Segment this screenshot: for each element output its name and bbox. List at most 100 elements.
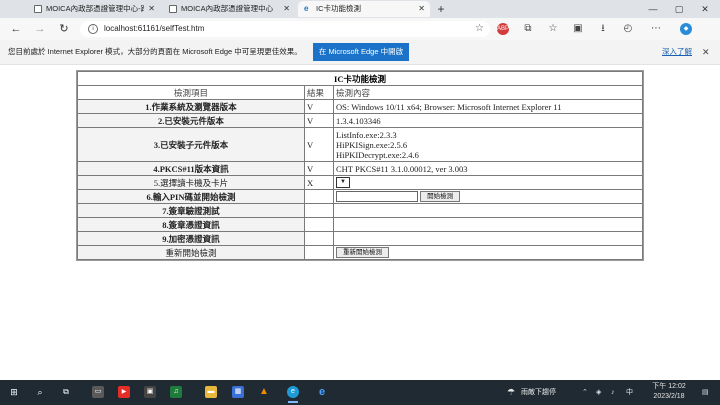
tab-ic-card-test[interactable]: e IC卡功能檢測 ✕ — [298, 1, 430, 17]
table-row: 6.輸入PIN碼並開始檢測 開始檢測 — [78, 190, 642, 203]
site-info-icon[interactable]: i — [88, 24, 98, 34]
row-result: V — [305, 162, 333, 175]
close-infobar-icon[interactable]: ✕ — [702, 40, 710, 64]
downloads-icon[interactable]: ⭳ — [597, 23, 609, 35]
maximize-button[interactable]: ▢ — [668, 0, 690, 18]
row-content: ▼ — [334, 176, 642, 189]
row-content: 開始檢測 — [334, 190, 642, 203]
row-result — [305, 232, 333, 245]
back-arrow-icon[interactable]: ← — [8, 21, 24, 37]
table-row: 重新開始檢測 重新開始檢測 — [78, 246, 642, 259]
clock-date: 2023/2/18 — [653, 393, 685, 400]
refresh-icon[interactable]: ↻ — [56, 21, 72, 37]
new-tab-button[interactable]: + — [433, 1, 449, 17]
favorite-star-icon[interactable]: ☆ — [475, 21, 484, 37]
network-icon[interactable]: ◈ — [596, 380, 601, 405]
weather-text[interactable]: 雨敵下趨停 — [521, 380, 556, 405]
file-explorer-icon[interactable]: ▬ — [205, 386, 217, 398]
header-result: 結果 — [305, 86, 333, 99]
pin-input[interactable] — [336, 191, 418, 203]
vlc-icon[interactable]: ▲ — [258, 386, 270, 398]
table-row: 8.簽章憑證資訊 — [78, 218, 642, 231]
learn-more-link[interactable]: 深入了解 — [662, 40, 692, 64]
tab-moica[interactable]: MOICA內政部憑證管理中心 ✕ — [163, 1, 295, 17]
forward-arrow-icon[interactable]: → — [32, 21, 48, 37]
table-row: 9.加密憑證資訊 — [78, 232, 642, 245]
table-title: IC卡功能檢測 — [78, 72, 642, 85]
favorites-icon[interactable]: ☆ — [547, 23, 559, 35]
row-item: 9.加密憑證資訊 — [78, 232, 304, 245]
extensions-icon[interactable]: ⧉ — [522, 23, 534, 35]
row-item: 2.已安裝元件版本 — [78, 114, 304, 127]
row-item: 1.作業系統及瀏覽器版本 — [78, 100, 304, 113]
row-result — [305, 246, 333, 259]
app-icon[interactable]: ♫ — [170, 386, 182, 398]
open-in-edge-button[interactable]: 在 Microsoft Edge 中開啟 — [313, 43, 409, 61]
start-test-button[interactable]: 開始檢測 — [420, 191, 461, 203]
weather-icon[interactable]: ☂ — [507, 380, 515, 405]
table-row: 2.已安裝元件版本 V 1.3.4.103346 — [78, 114, 642, 127]
ic-card-test-table: IC卡功能檢測 檢測項目 結果 檢測內容 1.作業系統及瀏覽器版本 V OS: … — [76, 70, 644, 261]
table-row: 3.已安裝子元件版本 V ListInfo.exe:2.3.3 HiPKISig… — [78, 128, 642, 161]
ie-mode-icon: e — [304, 4, 309, 13]
tab-moica-cross-platform[interactable]: MOICA內政部憑證管理中心-跨平 ✕ — [28, 1, 160, 17]
task-view-icon[interactable]: ⧉ — [60, 386, 72, 398]
edge-copilot-icon[interactable]: ◆ — [680, 23, 692, 35]
row-item: 3.已安裝子元件版本 — [78, 128, 304, 161]
app-icon[interactable]: ▦ — [232, 386, 244, 398]
restart-test-button[interactable]: 重新開始檢測 — [336, 247, 389, 259]
row-result: X — [305, 176, 333, 189]
row-result — [305, 190, 333, 203]
history-icon[interactable]: ◴ — [622, 23, 634, 35]
row-content — [334, 232, 642, 245]
address-bar[interactable]: i localhost:61161/selfTest.htm ☆ — [80, 21, 490, 37]
close-window-button[interactable]: ✕ — [694, 0, 716, 18]
row-item: 5.選擇讀卡機及卡片 — [78, 176, 304, 189]
url-text[interactable]: localhost:61161/selfTest.htm — [104, 21, 204, 37]
tray-up-arrow-icon[interactable]: ⌃ — [582, 380, 588, 405]
row-content: CHT PKCS#11 3.1.0.00012, ver 3.003 — [334, 162, 642, 175]
internet-explorer-icon[interactable]: e — [316, 386, 328, 398]
tab-strip: MOICA內政部憑證管理中心-跨平 ✕ MOICA內政部憑證管理中心 ✕ e I… — [0, 0, 720, 18]
settings-menu-icon[interactable]: ⋯ — [650, 23, 662, 35]
table-row: 1.作業系統及瀏覽器版本 V OS: Windows 10/11 x64; Br… — [78, 100, 642, 113]
page-favicon-icon — [169, 5, 177, 13]
row-result: V — [305, 100, 333, 113]
edge-browser-icon[interactable]: e — [287, 386, 299, 403]
restart-label: 重新開始檢測 — [78, 246, 304, 259]
tab-title: IC卡功能檢測 — [316, 4, 361, 13]
input-method-icon[interactable]: 中 — [626, 380, 633, 405]
row-result: V — [305, 128, 333, 161]
app-icon[interactable]: ▭ — [92, 386, 104, 398]
speaker-icon[interactable]: ♪ — [611, 380, 615, 405]
minimize-button[interactable]: — — [642, 0, 664, 18]
collections-icon[interactable]: ▣ — [572, 23, 584, 35]
row-content: 1.3.4.103346 — [334, 114, 642, 127]
adblock-extension-icon[interactable]: ABP — [497, 23, 509, 35]
clock[interactable]: 下午 12:02 2023/2/18 — [648, 382, 690, 402]
ie-mode-infobar: 您目前處於 Internet Explorer 模式，大部分的頁面在 Micro… — [0, 40, 720, 65]
clock-time: 下午 12:02 — [652, 383, 686, 390]
windows-start-icon[interactable]: ⊞ — [8, 386, 20, 398]
row-item: 4.PKCS#11版本資訊 — [78, 162, 304, 175]
row-item: 8.簽章憑證資訊 — [78, 218, 304, 231]
tab-close-icon[interactable]: ✕ — [418, 1, 425, 17]
tab-close-icon[interactable]: ✕ — [148, 1, 155, 17]
navigation-bar: ← → ↻ i localhost:61161/selfTest.htm ☆ A… — [0, 18, 720, 40]
tab-close-icon[interactable]: ✕ — [283, 1, 290, 17]
row-result — [305, 218, 333, 231]
row-result: V — [305, 114, 333, 127]
app-icon[interactable]: ▣ — [144, 386, 156, 398]
subcomponent-version: HiPKISign.exe:2.5.6 — [336, 139, 408, 150]
row-item: 6.輸入PIN碼並開始檢測 — [78, 190, 304, 203]
subcomponent-version: ListInfo.exe:2.3.3 — [336, 129, 397, 140]
row-content: ListInfo.exe:2.3.3 HiPKISign.exe:2.5.6 H… — [334, 128, 642, 161]
notifications-icon[interactable]: ▤ — [702, 380, 709, 405]
ie-mode-message: 您目前處於 Internet Explorer 模式，大部分的頁面在 Micro… — [8, 47, 302, 56]
search-icon[interactable]: ⌕ — [34, 386, 46, 398]
tab-title: MOICA內政部憑證管理中心 — [181, 4, 274, 13]
table-row: 5.選擇讀卡機及卡片 X ▼ — [78, 176, 642, 189]
header-content: 檢測內容 — [334, 86, 642, 99]
youtube-icon[interactable]: ▶ — [118, 386, 130, 398]
reader-select-dropdown[interactable]: ▼ — [336, 177, 350, 189]
